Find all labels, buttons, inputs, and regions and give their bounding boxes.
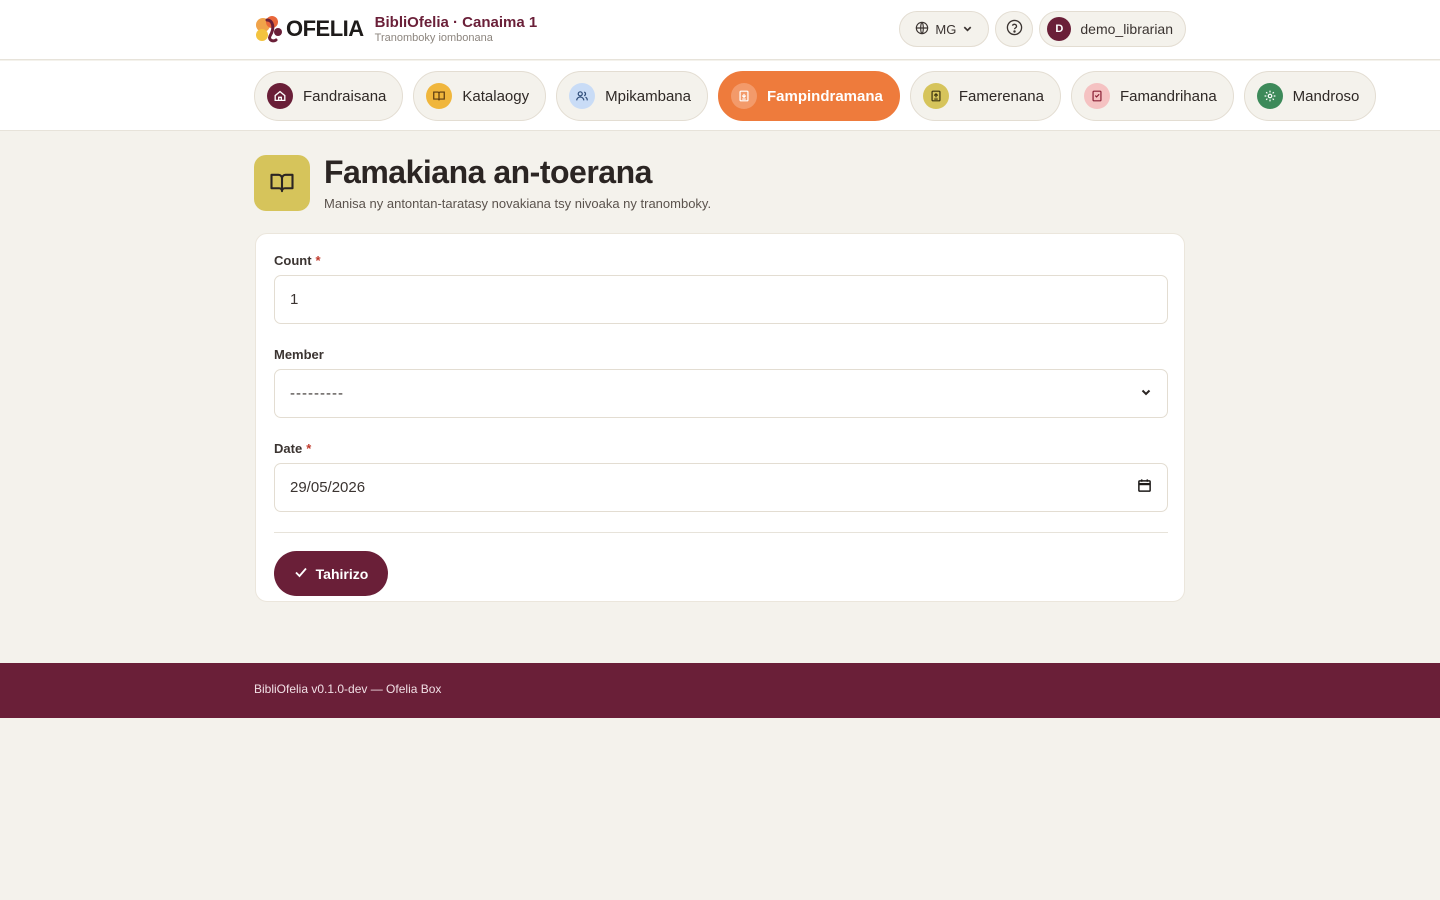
required-mark: * — [306, 440, 312, 456]
member-select[interactable]: --------- — [274, 369, 1168, 418]
globe-icon — [915, 21, 929, 38]
nav-item-famerenana[interactable]: Famerenana — [909, 71, 1061, 121]
library-subtitle: Tranomboky iombonana — [374, 31, 493, 44]
count-label: Count * — [274, 252, 321, 268]
top-header: OFELIA BibliOfelia · Canaima 1 Tranombok… — [0, 0, 1440, 60]
language-selector[interactable]: MG — [899, 11, 990, 47]
date-value: 29/05/2026 — [290, 479, 366, 496]
date-input[interactable]: 29/05/2026 — [274, 463, 1168, 512]
gear-icon — [1256, 83, 1283, 109]
nav-label: Mpikambana — [605, 87, 691, 105]
nav-label: Fandraisana — [303, 87, 387, 105]
footer: BibliOfelia v0.1.0-dev — Ofelia Box — [0, 663, 1440, 718]
brand[interactable]: OFELIA BibliOfelia · Canaima 1 Tranombok… — [254, 14, 537, 44]
avatar: D — [1047, 17, 1072, 41]
nav-item-katalaogy[interactable]: Katalaogy — [413, 71, 547, 121]
nav-item-mpikambana[interactable]: Mpikambana — [556, 71, 708, 121]
form-divider — [274, 532, 1168, 533]
nav-label: Fampindramana — [767, 87, 883, 105]
nav-item-fampindramana[interactable]: Fampindramana — [718, 71, 900, 121]
count-value: 1 — [290, 291, 299, 308]
calendar-icon[interactable] — [1137, 478, 1152, 497]
nav-item-mandroso[interactable]: Mandroso — [1243, 71, 1377, 121]
nav-label: Mandroso — [1292, 87, 1360, 105]
nav-label: Famandrihana — [1119, 87, 1217, 105]
book-icon — [426, 83, 453, 109]
nav-label: Katalaogy — [462, 87, 530, 105]
page-title: Famakiana an-toerana — [324, 154, 652, 190]
logo-wordmark: OFELIA — [286, 16, 364, 41]
member-label: Member — [274, 346, 324, 362]
nav-item-famandrihana[interactable]: Famandrihana — [1070, 71, 1234, 121]
required-mark: * — [315, 252, 321, 268]
check-icon — [294, 565, 308, 582]
in-house-reading-form: Count * 1 Member --------- Date * 29/05/20… — [255, 233, 1185, 602]
footer-text: BibliOfelia v0.1.0-dev — Ofelia Box — [254, 682, 442, 696]
count-input[interactable]: 1 — [274, 275, 1168, 324]
home-icon — [267, 83, 293, 109]
reserve-icon — [1083, 83, 1110, 109]
nav-label: Famerenana — [958, 87, 1044, 105]
ofelia-logo-icon — [254, 14, 284, 44]
users-icon — [569, 83, 596, 109]
library-title: BibliOfelia · Canaima 1 — [374, 13, 538, 31]
chevron-down-icon — [962, 22, 973, 37]
help-icon — [1006, 19, 1023, 39]
user-menu-button[interactable]: D demo_librarian — [1039, 11, 1186, 47]
open-book-icon — [254, 155, 310, 211]
page-header: Famakiana an-toerana Manisa ny antontan-… — [254, 155, 711, 211]
nav-item-fandraisana[interactable]: Fandraisana — [254, 71, 404, 121]
member-selected-value: --------- — [290, 385, 344, 402]
save-button-label: Tahirizo — [315, 565, 369, 582]
page-description: Manisa ny antontan-taratasy novakiana ts… — [324, 196, 712, 211]
username: demo_librarian — [1080, 21, 1173, 37]
return-icon — [922, 83, 949, 109]
lend-icon — [731, 83, 757, 109]
chevron-down-icon — [1140, 385, 1152, 402]
date-label: Date * — [274, 440, 312, 456]
help-button[interactable] — [995, 11, 1034, 47]
save-button[interactable]: Tahirizo — [274, 551, 388, 596]
language-code: MG — [935, 21, 957, 37]
main-nav: Fandraisana Katalaogy Mpikambana Fampind… — [0, 61, 1440, 131]
